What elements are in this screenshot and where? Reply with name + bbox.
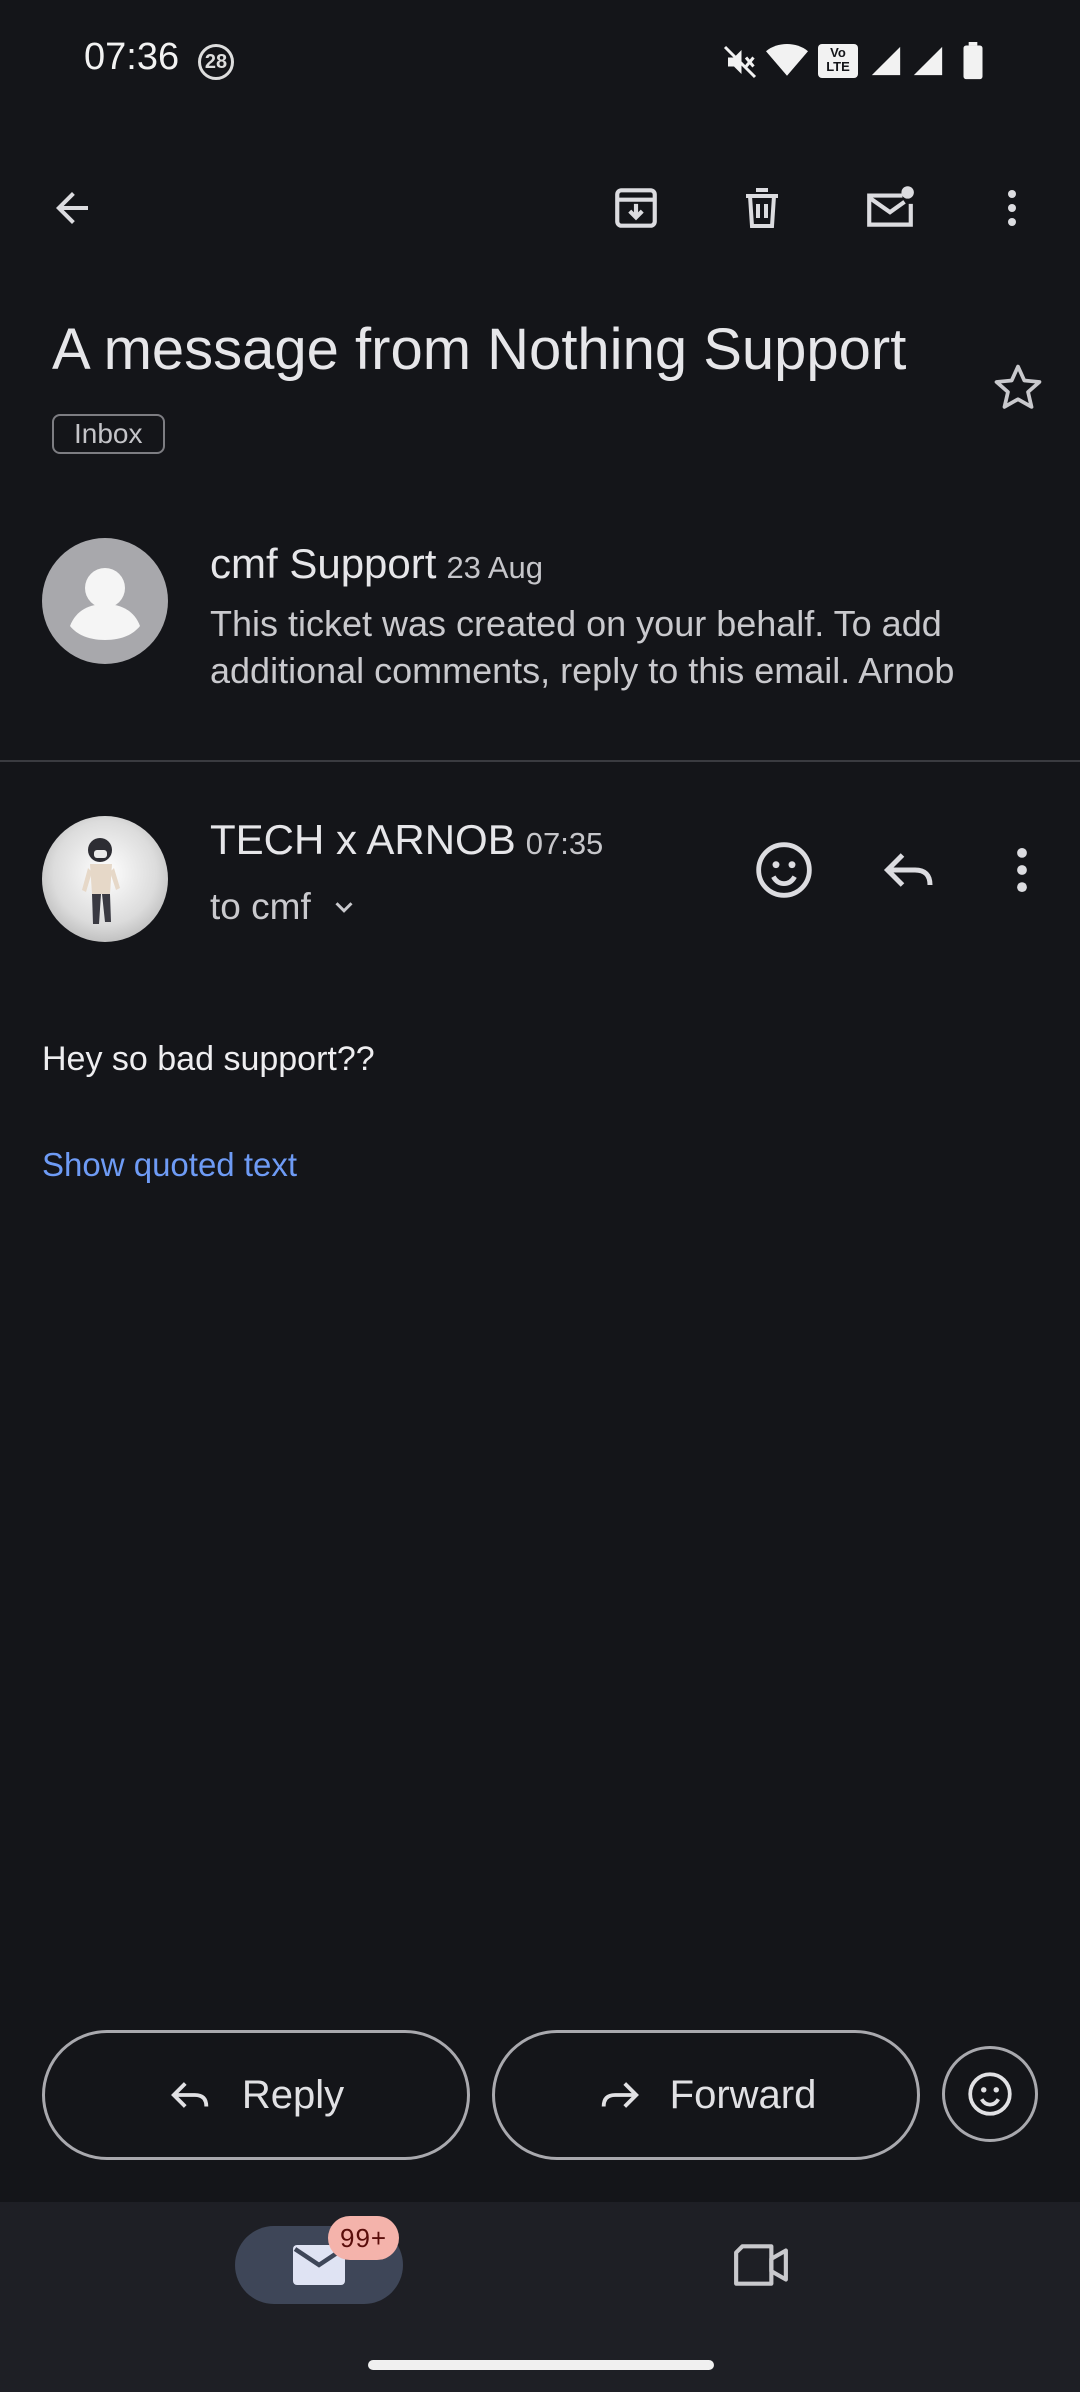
chevron-down-icon [329,892,359,922]
unread-count-badge: 99+ [328,2216,400,2260]
show-quoted-text-link[interactable]: Show quoted text [42,1146,297,1184]
add-reaction-icon[interactable] [752,838,816,902]
notification-count-badge: 28 [198,44,234,80]
star-icon[interactable] [990,360,1046,416]
reply-icon[interactable] [880,840,940,900]
wifi-icon [766,42,808,78]
mute-icon [722,44,758,80]
sender-name: TECH x ARNOB [210,816,516,863]
message-snippet[interactable]: This ticket was created on your behalf. … [210,600,1030,694]
home-gesture-handle[interactable] [368,2360,714,2370]
message-sender[interactable]: cmf Support 23 Aug [210,540,543,588]
message-sender[interactable]: TECH x ARNOB 07:35 [210,816,603,864]
reply-icon [168,2072,214,2118]
status-time: 07:36 [84,36,180,78]
sender-name: cmf Support [210,540,437,587]
message-time: 07:35 [525,826,604,861]
video-camera-icon [732,2242,790,2288]
battery-icon [962,42,984,80]
reply-button[interactable]: Reply [42,2030,470,2160]
back-arrow-icon[interactable] [34,170,110,246]
divider [0,760,1080,762]
recipient-details[interactable]: to cmf [210,886,359,928]
message-body: Hey so bad support?? [42,1040,375,1078]
archive-icon[interactable] [598,170,674,246]
message-date: 23 Aug [446,550,543,585]
emoji-icon [965,2069,1015,2119]
avatar [42,538,168,664]
avatar [42,816,168,942]
signal-icon [910,44,946,78]
forward-label: Forward [669,2072,817,2117]
volte-icon: Vo LTE [818,44,858,78]
thread-subject: A message from Nothing Support [52,317,907,382]
recipient-label: to cmf [210,886,311,927]
forward-icon [596,2072,642,2118]
forward-button[interactable]: Forward [492,2030,920,2160]
delete-icon[interactable] [724,170,800,246]
signal-icon [868,44,904,78]
more-vert-icon[interactable] [1000,840,1044,900]
mark-unread-icon[interactable] [852,170,928,246]
label-chip-inbox[interactable]: Inbox [52,414,165,454]
reply-label: Reply [241,2072,345,2117]
more-vert-icon[interactable] [974,170,1050,246]
nav-tab-meet[interactable] [722,2230,800,2300]
add-reaction-button[interactable] [942,2046,1038,2142]
